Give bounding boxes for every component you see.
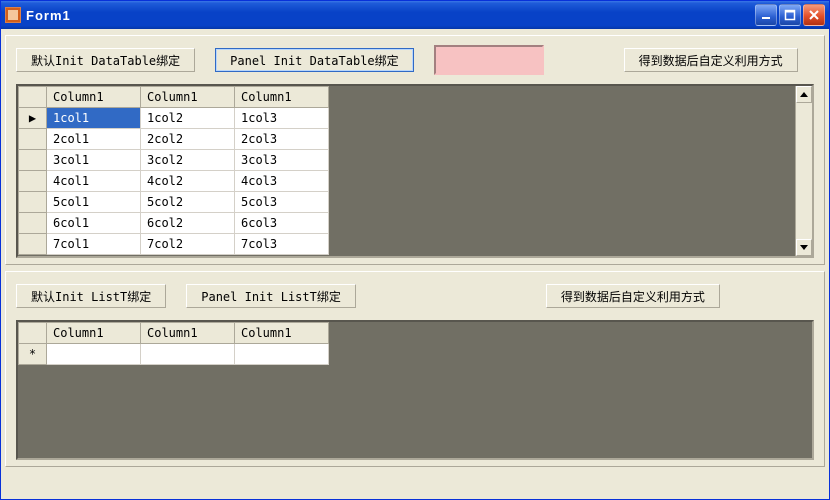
client-area: 默认Init DataTable绑定 Panel Init DataTable绑… bbox=[1, 29, 829, 499]
bottom-panel: 默认Init ListT绑定 Panel Init ListT绑定 得到数据后自… bbox=[5, 271, 825, 467]
table-row[interactable]: 3col13col23col3 bbox=[19, 150, 329, 171]
cell[interactable]: 1col1 bbox=[47, 108, 141, 129]
cell[interactable]: 5col1 bbox=[47, 192, 141, 213]
cell[interactable]: 5col3 bbox=[235, 192, 329, 213]
cell[interactable]: 1col2 bbox=[141, 108, 235, 129]
cell[interactable]: 4col2 bbox=[141, 171, 235, 192]
cell[interactable]: 3col3 bbox=[235, 150, 329, 171]
close-button[interactable] bbox=[803, 4, 825, 26]
row-header[interactable] bbox=[19, 192, 47, 213]
row-header[interactable] bbox=[19, 150, 47, 171]
datagrid-bottom[interactable]: Column1Column1Column1* bbox=[16, 320, 814, 460]
table-header-row: Column1Column1Column1 bbox=[19, 323, 329, 344]
btn-default-init-listt[interactable]: 默认Init ListT绑定 bbox=[16, 284, 166, 308]
window-title: Form1 bbox=[26, 8, 71, 23]
pink-box bbox=[434, 45, 544, 75]
row-header[interactable] bbox=[19, 213, 47, 234]
column-header[interactable]: Column1 bbox=[47, 323, 141, 344]
table-row[interactable]: 2col12col22col3 bbox=[19, 129, 329, 150]
cell[interactable]: 7col1 bbox=[47, 234, 141, 255]
row-header[interactable] bbox=[19, 234, 47, 255]
btn-custom-use-bottom[interactable]: 得到数据后自定义利用方式 bbox=[546, 284, 720, 308]
top-button-row: 默认Init DataTable绑定 Panel Init DataTable绑… bbox=[16, 42, 814, 78]
column-header[interactable]: Column1 bbox=[141, 323, 235, 344]
cell[interactable]: 6col1 bbox=[47, 213, 141, 234]
top-panel: 默认Init DataTable绑定 Panel Init DataTable绑… bbox=[5, 35, 825, 265]
cell[interactable]: 7col2 bbox=[141, 234, 235, 255]
row-header[interactable] bbox=[19, 129, 47, 150]
btn-panel-init-listt[interactable]: Panel Init ListT绑定 bbox=[186, 284, 356, 308]
cell[interactable]: 4col3 bbox=[235, 171, 329, 192]
cell[interactable]: 1col3 bbox=[235, 108, 329, 129]
bottom-button-row: 默认Init ListT绑定 Panel Init ListT绑定 得到数据后自… bbox=[16, 278, 814, 314]
cell[interactable]: 5col2 bbox=[141, 192, 235, 213]
maximize-button[interactable] bbox=[779, 4, 801, 26]
cell[interactable]: 3col1 bbox=[47, 150, 141, 171]
table-row[interactable]: 5col15col25col3 bbox=[19, 192, 329, 213]
cell[interactable] bbox=[47, 344, 141, 365]
column-header[interactable]: Column1 bbox=[47, 87, 141, 108]
cell[interactable] bbox=[141, 344, 235, 365]
scroll-up-button[interactable] bbox=[796, 86, 812, 103]
scrollbar-vertical[interactable] bbox=[795, 86, 812, 256]
row-header-new[interactable]: * bbox=[19, 344, 47, 365]
corner-cell[interactable] bbox=[19, 323, 47, 344]
titlebar[interactable]: Form1 bbox=[1, 1, 829, 29]
table-row[interactable]: ▶1col11col21col3 bbox=[19, 108, 329, 129]
cell[interactable]: 7col3 bbox=[235, 234, 329, 255]
cell[interactable]: 2col1 bbox=[47, 129, 141, 150]
scroll-down-button[interactable] bbox=[796, 239, 812, 256]
table-row[interactable]: 4col14col24col3 bbox=[19, 171, 329, 192]
window-frame: Form1 默认Init DataTable绑定 Panel Init Data… bbox=[0, 0, 830, 500]
btn-default-init-datatable[interactable]: 默认Init DataTable绑定 bbox=[16, 48, 195, 72]
table-row[interactable]: 7col17col27col3 bbox=[19, 234, 329, 255]
scroll-track[interactable] bbox=[796, 103, 812, 239]
datagrid-top[interactable]: Column1Column1Column1▶1col11col21col32co… bbox=[16, 84, 814, 258]
column-header[interactable]: Column1 bbox=[235, 323, 329, 344]
app-icon bbox=[5, 7, 21, 23]
table-row[interactable]: 6col16col26col3 bbox=[19, 213, 329, 234]
btn-custom-use-top[interactable]: 得到数据后自定义利用方式 bbox=[624, 48, 798, 72]
cell[interactable]: 2col3 bbox=[235, 129, 329, 150]
table-header-row: Column1Column1Column1 bbox=[19, 87, 329, 108]
new-row[interactable]: * bbox=[19, 344, 329, 365]
cell[interactable]: 3col2 bbox=[141, 150, 235, 171]
row-header[interactable] bbox=[19, 171, 47, 192]
cell[interactable]: 6col2 bbox=[141, 213, 235, 234]
column-header[interactable]: Column1 bbox=[141, 87, 235, 108]
cell[interactable]: 2col2 bbox=[141, 129, 235, 150]
corner-cell[interactable] bbox=[19, 87, 47, 108]
column-header[interactable]: Column1 bbox=[235, 87, 329, 108]
row-header[interactable]: ▶ bbox=[19, 108, 47, 129]
btn-panel-init-datatable[interactable]: Panel Init DataTable绑定 bbox=[215, 48, 414, 72]
cell[interactable] bbox=[235, 344, 329, 365]
cell[interactable]: 6col3 bbox=[235, 213, 329, 234]
minimize-button[interactable] bbox=[755, 4, 777, 26]
cell[interactable]: 4col1 bbox=[47, 171, 141, 192]
